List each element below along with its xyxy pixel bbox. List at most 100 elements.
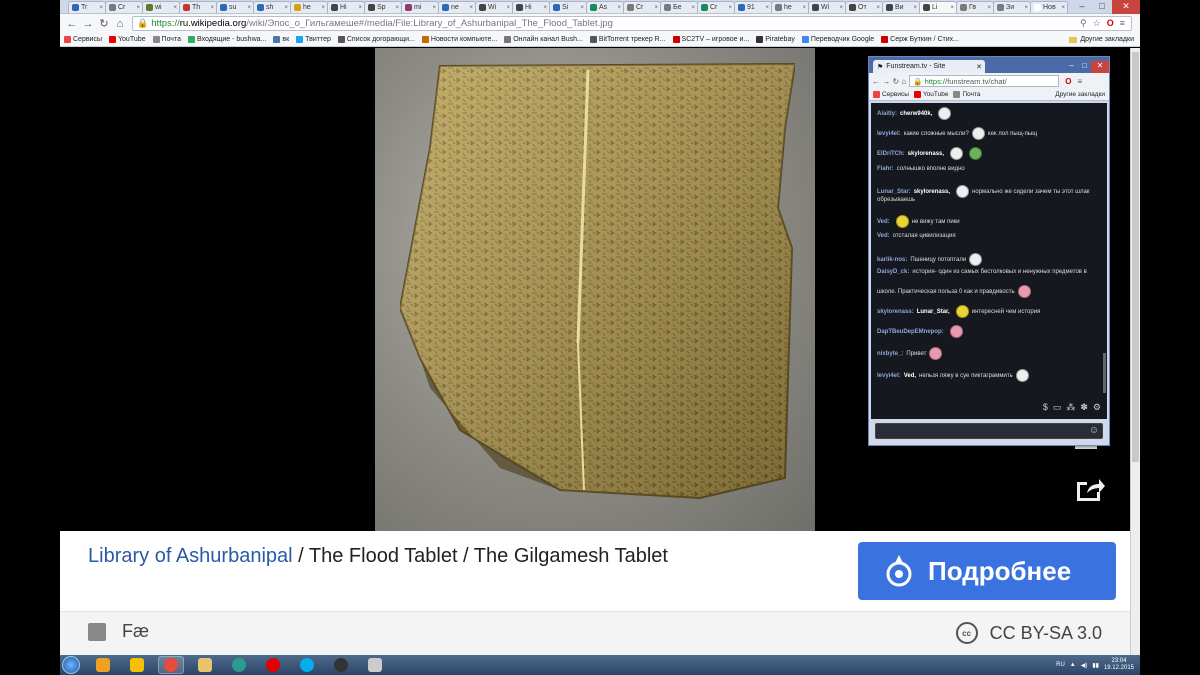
chat-nick[interactable]: levyi4el: — [877, 131, 901, 137]
license-label[interactable]: CC BY-SA 3.0 — [990, 623, 1102, 644]
browser-tab[interactable]: he × — [771, 1, 809, 13]
tab-close-icon[interactable]: × — [1061, 5, 1065, 11]
tab-close-icon[interactable]: × — [469, 5, 473, 11]
chat-nick[interactable]: Alaitiy: — [877, 111, 897, 117]
language-indicator[interactable]: RU — [1056, 662, 1065, 668]
minimize-button[interactable]: – — [1072, 0, 1092, 14]
chat-nick[interactable]: levyi4el: — [877, 373, 901, 379]
settings-gear-icon[interactable]: ⚙ — [1093, 402, 1101, 413]
browser-tab[interactable]: От × — [845, 1, 883, 13]
tab-close-icon[interactable]: × — [580, 5, 584, 11]
menu-icon[interactable]: ≡ — [1120, 18, 1125, 29]
bookmark-item[interactable]: SC2TV – игровое и... — [672, 36, 749, 43]
tab-close-icon[interactable]: × — [913, 5, 917, 11]
chat-tab[interactable]: ⚑ Funstream.tv - Site ✕ — [873, 60, 985, 73]
chat-message-input[interactable]: ☺ — [875, 423, 1103, 439]
clock[interactable]: 23:04 19.12.2015 — [1104, 658, 1134, 672]
dollar-icon[interactable]: $ — [1043, 402, 1048, 412]
tab-close-icon[interactable]: × — [173, 5, 177, 11]
taskbar-paint[interactable] — [362, 656, 388, 674]
browser-tab[interactable]: Ви × — [882, 1, 920, 13]
tab-close-icon[interactable]: × — [543, 5, 547, 11]
bookmark-item[interactable]: Входящие - bushwa... — [187, 36, 266, 43]
zoom-icon[interactable]: ⚲ — [1080, 18, 1087, 29]
chat-nick[interactable]: skylorenass: — [877, 309, 914, 315]
bookmark-item[interactable]: BitTorrent трекер R... — [589, 36, 666, 43]
chat-address-bar[interactable]: 🔒 https:// funstream.tv/chat/ — [909, 75, 1060, 87]
tab-close-icon[interactable]: × — [99, 5, 103, 11]
tab-close-icon[interactable]: × — [691, 5, 695, 11]
users-icon[interactable]: ⁂ — [1066, 402, 1075, 413]
tab-close-icon[interactable]: × — [802, 5, 806, 11]
bookmark-item[interactable]: Сервисы — [873, 91, 909, 98]
bookmark-item[interactable]: Твиттер — [296, 36, 331, 43]
chat-maximize-button[interactable]: □ — [1078, 61, 1091, 73]
tab-close-icon[interactable]: × — [765, 5, 769, 11]
tab-close-icon[interactable]: × — [136, 5, 140, 11]
bookmark-item[interactable]: YouTube — [913, 91, 948, 98]
author-name[interactable]: Fæ — [122, 621, 149, 642]
tab-close-icon[interactable]: × — [247, 5, 251, 11]
bookmark-star-icon[interactable]: ☆ — [1093, 18, 1101, 29]
browser-tab[interactable]: Si × — [549, 1, 587, 13]
chat-nick[interactable]: Ved: — [877, 219, 890, 225]
browser-tab[interactable]: Wi × — [475, 1, 513, 13]
bookmark-item[interactable]: Новости компьюте... — [421, 36, 497, 43]
browser-tab[interactable]: he × — [290, 1, 328, 13]
other-bookmarks[interactable]: Другие закладки — [1069, 36, 1134, 43]
chat-nick[interactable]: Lunar_Star: — [877, 189, 911, 195]
back-icon[interactable]: ← — [64, 18, 80, 30]
paw-icon[interactable]: ✽ — [1080, 402, 1088, 413]
more-details-button[interactable]: Подробнее — [858, 542, 1116, 600]
close-window-button[interactable]: ✕ — [1112, 0, 1140, 14]
home-icon[interactable]: ⌂ — [112, 18, 128, 30]
reload-icon[interactable]: ↻ — [96, 17, 112, 30]
bookmark-item[interactable]: Почта — [152, 36, 181, 43]
browser-tab[interactable]: Cr × — [697, 1, 735, 13]
start-button-icon[interactable] — [62, 656, 80, 674]
bookmark-item[interactable]: Piratebay — [756, 36, 795, 43]
browser-tab[interactable]: Зи × — [993, 1, 1031, 13]
browser-tab[interactable]: 91 × — [734, 1, 772, 13]
chat-opera-icon[interactable]: O — [1065, 77, 1071, 86]
tab-close-icon[interactable]: × — [284, 5, 288, 11]
browser-tab[interactable]: sh × — [253, 1, 291, 13]
browser-tab[interactable]: Hi × — [512, 1, 550, 13]
chat-nick[interactable]: Fiahr: — [877, 166, 894, 172]
smiley-icon[interactable]: ☺ — [1089, 425, 1099, 436]
taskbar-opera[interactable] — [260, 656, 286, 674]
tray-arrow-icon[interactable]: ▲ — [1070, 662, 1076, 668]
tab-close-icon[interactable]: × — [950, 5, 954, 11]
bookmark-item[interactable]: Почта — [953, 91, 981, 98]
scrollbar-thumb[interactable] — [1132, 52, 1139, 462]
bookmark-item[interactable]: Список догорающи... — [337, 36, 415, 43]
title-link[interactable]: Library of Ashurbanipal — [88, 545, 293, 567]
taskbar-app-globe[interactable] — [226, 656, 252, 674]
forward-icon[interactable]: → — [80, 18, 96, 30]
browser-tab[interactable]: Hi × — [327, 1, 365, 13]
page-scrollbar[interactable] — [1130, 48, 1140, 675]
chat-back-icon[interactable]: ← — [872, 77, 880, 86]
tab-close-icon[interactable]: × — [395, 5, 399, 11]
tab-close-icon[interactable]: × — [506, 5, 510, 11]
tab-close-icon[interactable]: × — [432, 5, 436, 11]
bookmark-item[interactable]: Онлайн канал Bush... — [504, 36, 583, 43]
browser-tab[interactable]: Нов × — [1030, 1, 1068, 13]
chat-minimize-button[interactable]: – — [1065, 61, 1078, 73]
browser-tab[interactable]: Гв × — [956, 1, 994, 13]
tab-close-icon[interactable]: × — [876, 5, 880, 11]
bookmark-item[interactable]: Серж Буткин / Стих... — [881, 36, 959, 43]
browser-tab[interactable]: Cr × — [105, 1, 143, 13]
chat-nick[interactable]: karlik-nos: — [877, 257, 907, 263]
tab-close-icon[interactable]: × — [210, 5, 214, 11]
tab-close-icon[interactable]: × — [321, 5, 325, 11]
chat-other-bookmarks[interactable]: Другие закладки — [1055, 91, 1105, 98]
browser-tab[interactable]: Th × — [179, 1, 217, 13]
chat-tab-close-icon[interactable]: ✕ — [976, 63, 982, 71]
bookmark-item[interactable]: YouTube — [109, 36, 146, 43]
chat-home-icon[interactable]: ⌂ — [901, 77, 906, 86]
address-bar[interactable]: 🔒 https:// ru.wikipedia.org /wiki/Эпос_о… — [132, 16, 1132, 31]
tab-close-icon[interactable]: × — [839, 5, 843, 11]
browser-tab[interactable]: As × — [586, 1, 624, 13]
bookmark-item[interactable]: Переводчик Google — [801, 36, 874, 43]
